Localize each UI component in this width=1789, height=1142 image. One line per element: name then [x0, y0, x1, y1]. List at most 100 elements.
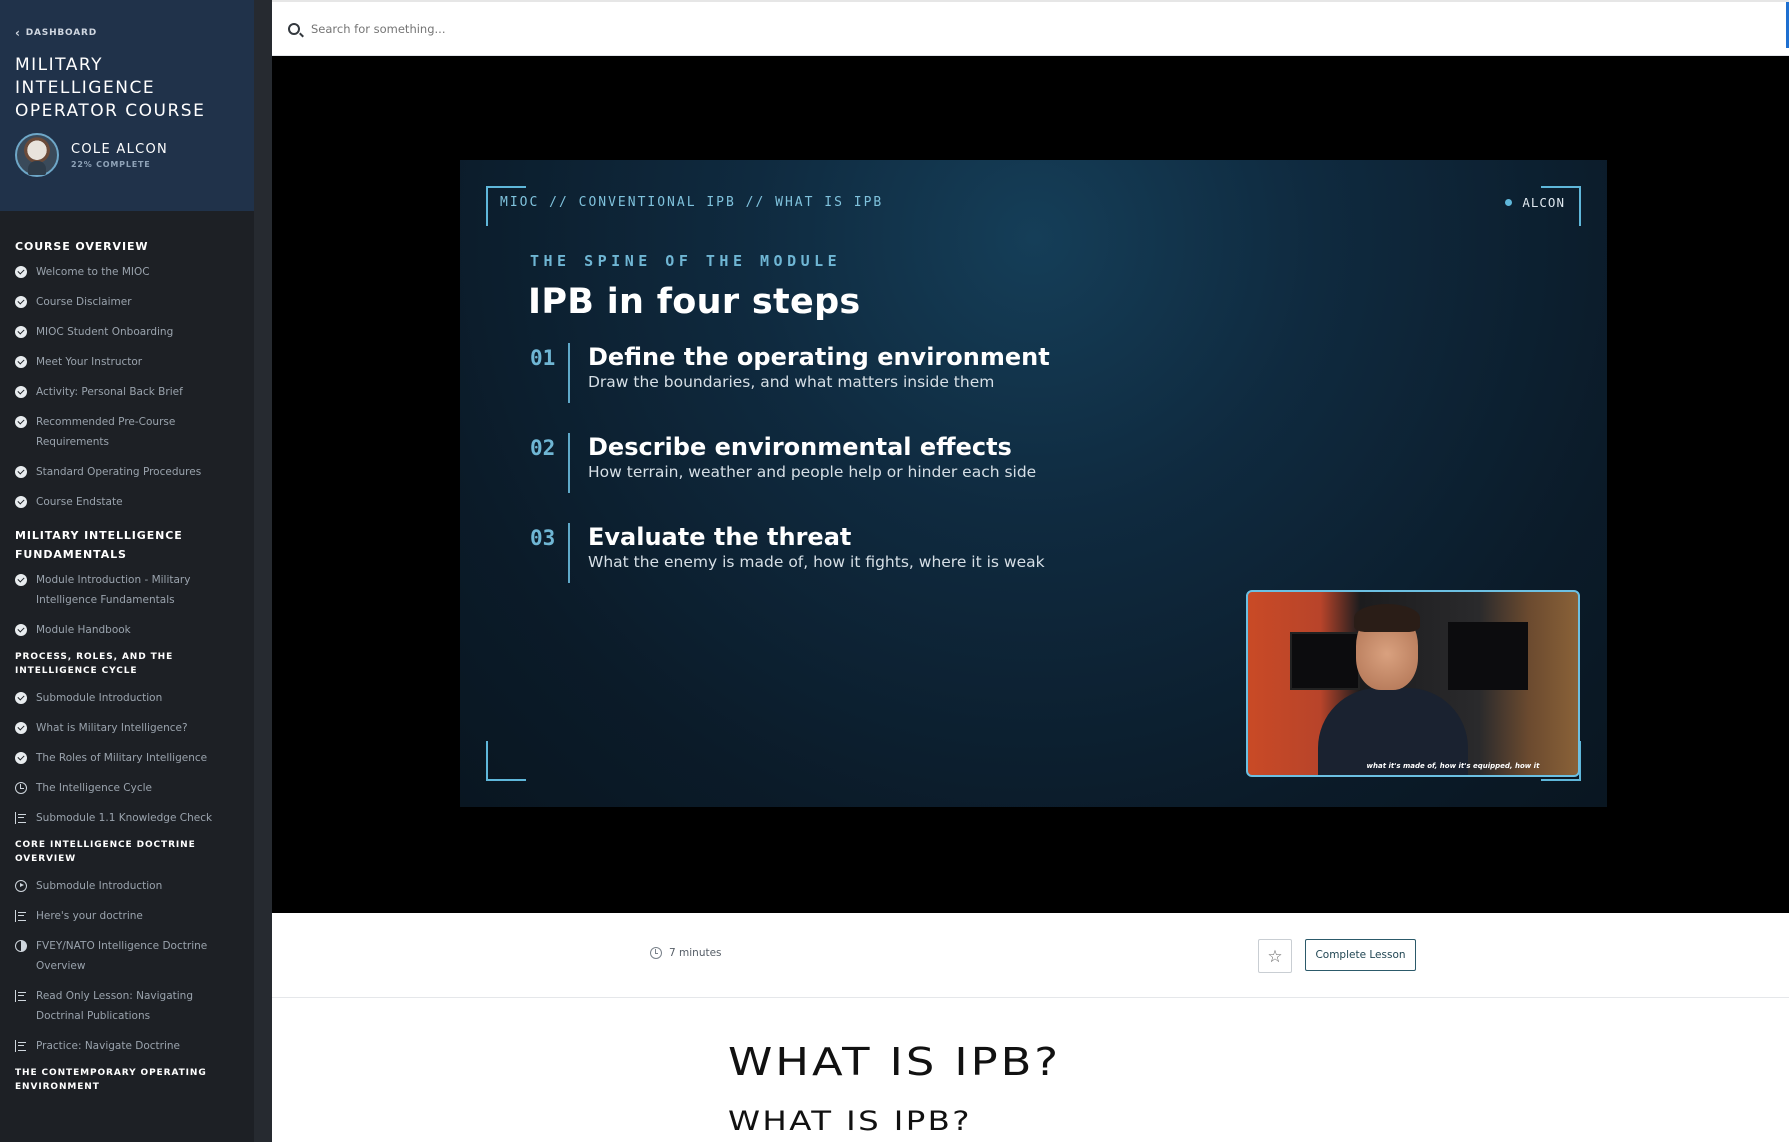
slide-title: IPB in four steps — [528, 282, 861, 322]
section-header[interactable]: COURSE OVERVIEW — [15, 237, 239, 256]
clock-icon — [15, 782, 27, 794]
background-monitor — [1290, 632, 1360, 690]
lesson-subheading: WHAT IS IPB? — [728, 1106, 972, 1137]
course-sidebar: ‹ DASHBOARD MILITARY INTELLIGENCE OPERAT… — [0, 0, 254, 1142]
step-number: 03 — [530, 526, 556, 550]
star-icon: ☆ — [1267, 946, 1283, 966]
sidebar-lesson-item[interactable]: Submodule Introduction — [15, 688, 239, 708]
sidebar-lesson-item[interactable]: The Roles of Military Intelligence — [15, 748, 239, 768]
complete-lesson-button[interactable]: Complete Lesson — [1305, 939, 1416, 971]
lesson-duration: 7 minutes — [650, 947, 722, 959]
step-divider — [568, 343, 570, 403]
badge-label: ALCON — [1522, 195, 1565, 210]
step-divider — [568, 523, 570, 583]
lesson-label: The Intelligence Cycle — [36, 782, 152, 794]
lesson-navigation: COURSE OVERVIEW Welcome to the MIOC Course… — [0, 211, 254, 1094]
duration-label: 7 minutes — [669, 947, 722, 959]
lesson-label: MIOC Student Onboarding — [36, 326, 174, 338]
sidebar-lesson-item[interactable]: Read Only Lesson: Navigating Doctrinal P… — [15, 986, 239, 1026]
video-caption: what it's made of, how it's equipped, ho… — [1366, 762, 1540, 770]
instructor-webcam: what it's made of, how it's equipped, ho… — [1246, 590, 1580, 777]
check-circle-icon — [15, 722, 27, 734]
check-circle-icon — [15, 496, 27, 508]
slide-kicker: THE SPINE OF THE MODULE — [530, 252, 842, 270]
lesson-label: Module Introduction - Military Intellige… — [36, 574, 191, 606]
document-icon — [15, 910, 27, 922]
lesson-label: Activity: Personal Back Brief — [36, 386, 183, 398]
frame-corner — [486, 741, 526, 781]
document-icon — [15, 812, 27, 824]
course-title: MILITARY INTELLIGENCE OPERATOR COURSE — [15, 55, 206, 121]
lesson-label: Submodule 1.1 Knowledge Check — [36, 812, 213, 824]
lesson-label: Module Handbook — [36, 624, 131, 636]
step-subtext: How terrain, weather and people help or … — [588, 463, 1037, 481]
chevron-left-icon: ‹ — [15, 26, 21, 40]
lesson-label: Here's your doctrine — [36, 910, 143, 922]
section-header[interactable]: MILITARY INTELLIGENCE FUNDAMENTALS — [15, 526, 239, 564]
lesson-label: Submodule Introduction — [36, 880, 163, 892]
slide-badge: ALCON — [1505, 195, 1565, 210]
sidebar-lesson-item[interactable]: The Intelligence Cycle — [15, 778, 239, 798]
lesson-label: FVEY/NATO Intelligence Doctrine Overview — [36, 940, 208, 972]
play-circle-icon — [15, 880, 27, 892]
favorite-button[interactable]: ☆ — [1258, 939, 1292, 973]
section-header[interactable]: CORE INTELLIGENCE DOCTRINE OVERVIEW — [15, 838, 239, 866]
sidebar-lesson-item[interactable]: Course Endstate — [15, 492, 239, 512]
lesson-label: Recommended Pre-Course Requirements — [36, 416, 176, 448]
sidebar-header: ‹ DASHBOARD MILITARY INTELLIGENCE OPERAT… — [0, 0, 254, 211]
search-icon — [288, 22, 300, 35]
sidebar-lesson-item[interactable]: What is Military Intelligence? — [15, 718, 239, 738]
user-name: COLE ALCON — [71, 141, 169, 157]
sidebar-lesson-item[interactable]: MIOC Student Onboarding — [15, 322, 239, 342]
sidebar-lesson-item[interactable]: Activity: Personal Back Brief — [15, 382, 239, 402]
check-circle-icon — [15, 624, 27, 636]
user-profile: COLE ALCON 22% COMPLETE — [15, 133, 239, 177]
search-bar — [272, 2, 1789, 56]
sidebar-lesson-item[interactable]: Here's your doctrine — [15, 906, 239, 926]
lesson-label: Course Endstate — [36, 496, 123, 508]
status-dot-icon — [1505, 199, 1513, 206]
document-icon — [15, 1040, 27, 1052]
sidebar-lesson-item[interactable]: Module Introduction - Military Intellige… — [15, 570, 239, 610]
sidebar-lesson-item[interactable]: Recommended Pre-Course Requirements — [15, 412, 239, 452]
step-divider — [568, 433, 570, 493]
sidebar-lesson-item[interactable]: Course Disclaimer — [15, 292, 239, 312]
half-circle-icon — [15, 940, 27, 952]
sidebar-lesson-item[interactable]: Submodule Introduction — [15, 876, 239, 896]
check-circle-icon — [15, 296, 27, 308]
section-header[interactable]: PROCESS, ROLES, AND THE INTELLIGENCE CYC… — [15, 650, 239, 678]
check-circle-icon — [15, 266, 27, 278]
sidebar-scrollbar[interactable] — [254, 0, 272, 1142]
step-heading: Describe environmental effects — [588, 433, 1012, 461]
instructor-hair — [1354, 604, 1420, 632]
course-progress: 22% COMPLETE — [71, 159, 151, 169]
check-circle-icon — [15, 356, 27, 368]
lesson-heading: WHAT IS IPB? — [728, 1040, 1062, 1084]
check-circle-icon — [15, 574, 27, 586]
step-number: 01 — [530, 346, 556, 370]
document-icon — [15, 990, 27, 1002]
slide-breadcrumb: MIOC // CONVENTIONAL IPB // WHAT IS IPB — [500, 195, 884, 210]
sidebar-lesson-item[interactable]: FVEY/NATO Intelligence Doctrine Overview — [15, 936, 239, 976]
lesson-slide: MIOC // CONVENTIONAL IPB // WHAT IS IPB … — [460, 160, 1607, 807]
check-circle-icon — [15, 416, 27, 428]
slide-step: 01 Define the operating environment Draw … — [530, 343, 1050, 403]
check-circle-icon — [15, 386, 27, 398]
sidebar-lesson-item[interactable]: Welcome to the MIOC — [15, 262, 239, 282]
sidebar-lesson-item[interactable]: Module Handbook — [15, 620, 239, 640]
lesson-actions-bar: 7 minutes ☆ Complete Lesson — [272, 913, 1789, 998]
sidebar-lesson-item[interactable]: Meet Your Instructor — [15, 352, 239, 372]
step-heading: Evaluate the threat — [588, 523, 852, 551]
sidebar-lesson-item[interactable]: Submodule 1.1 Knowledge Check — [15, 808, 239, 828]
check-circle-icon — [15, 692, 27, 704]
lesson-label: The Roles of Military Intelligence — [36, 752, 208, 764]
back-to-dashboard-link[interactable]: ‹ DASHBOARD — [15, 26, 239, 40]
step-heading: Define the operating environment — [588, 343, 1050, 371]
search-input[interactable] — [311, 21, 911, 36]
sidebar-lesson-item[interactable]: Practice: Navigate Doctrine — [15, 1036, 239, 1056]
slide-step: 03 Evaluate the threat What the enemy is … — [530, 523, 1045, 583]
video-player[interactable]: MIOC // CONVENTIONAL IPB // WHAT IS IPB … — [272, 56, 1789, 913]
sidebar-lesson-item[interactable]: Standard Operating Procedures — [15, 462, 239, 482]
lesson-label: Standard Operating Procedures — [36, 466, 202, 478]
section-header[interactable]: THE CONTEMPORARY OPERATING ENVIRONMENT — [15, 1066, 239, 1094]
